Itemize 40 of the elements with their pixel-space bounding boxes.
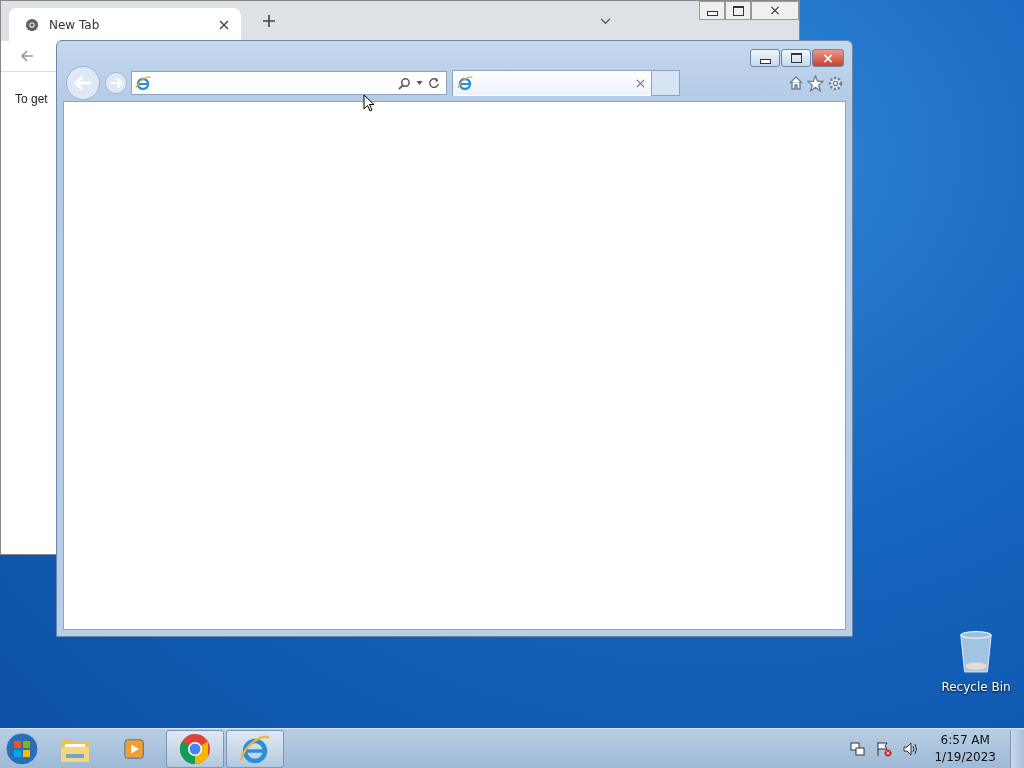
settings-icon[interactable] bbox=[827, 74, 844, 92]
chrome-icon bbox=[25, 17, 39, 32]
close-button[interactable] bbox=[812, 49, 844, 67]
star-icon[interactable] bbox=[807, 74, 824, 92]
taskbar-button[interactable] bbox=[166, 729, 224, 768]
close-icon[interactable] bbox=[636, 78, 645, 88]
browser-tab[interactable] bbox=[452, 70, 652, 96]
mouse-cursor-icon bbox=[363, 94, 375, 112]
network-icon[interactable] bbox=[850, 740, 867, 757]
maximize-button[interactable] bbox=[725, 1, 751, 20]
close-icon bbox=[770, 6, 780, 15]
minimize-button[interactable] bbox=[750, 49, 780, 67]
ie-logo-icon bbox=[457, 75, 473, 91]
dropdown-icon[interactable] bbox=[416, 81, 423, 85]
close-button[interactable] bbox=[751, 1, 799, 20]
home-icon[interactable] bbox=[788, 75, 804, 91]
search-icon[interactable] bbox=[398, 76, 411, 90]
tab-title: New Tab bbox=[49, 17, 101, 32]
close-icon bbox=[823, 53, 833, 63]
clock-time: 6:57 AM bbox=[940, 731, 990, 749]
close-icon[interactable] bbox=[219, 19, 229, 30]
refresh-icon[interactable] bbox=[428, 77, 440, 89]
clock-date: 1/19/2023 bbox=[934, 748, 996, 766]
new-tab-icon[interactable] bbox=[263, 15, 275, 27]
trash-can-icon[interactable] bbox=[957, 630, 995, 674]
flag-icon[interactable] bbox=[876, 740, 893, 757]
minimize-button[interactable] bbox=[699, 1, 725, 20]
start-button[interactable] bbox=[4, 730, 40, 767]
taskbar-button[interactable] bbox=[226, 729, 284, 768]
desktop-icon-label[interactable]: Recycle Bin bbox=[941, 680, 1011, 694]
ie-logo-icon bbox=[135, 75, 151, 91]
speaker-icon[interactable] bbox=[902, 740, 919, 757]
chrome-icon bbox=[179, 732, 211, 765]
browser-tab[interactable]: New Tab bbox=[9, 8, 241, 41]
chevron-down-icon[interactable] bbox=[600, 17, 611, 25]
clock[interactable]: 6:57 AM 1/19/2023 bbox=[934, 731, 996, 766]
page-text: To get bbox=[15, 92, 48, 106]
media-player-icon bbox=[123, 736, 147, 761]
maximize-button[interactable] bbox=[781, 49, 811, 67]
back-arrow-icon[interactable] bbox=[19, 48, 35, 64]
